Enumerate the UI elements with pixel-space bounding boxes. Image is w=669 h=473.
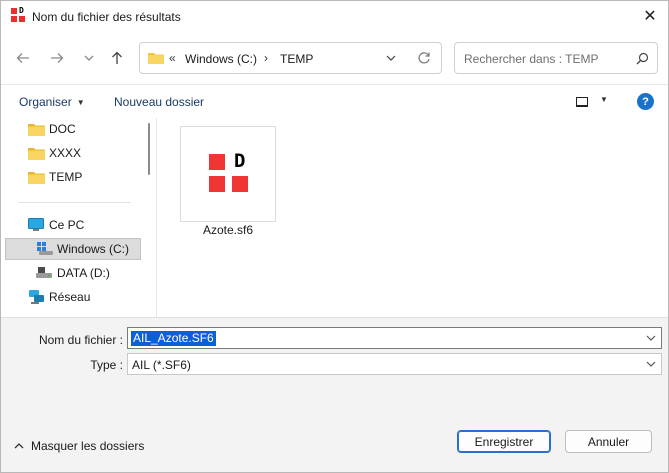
address-bar[interactable]: « Windows (C:) › TEMP <box>139 42 442 74</box>
arrow-up-icon <box>112 51 122 64</box>
type-select[interactable]: AIL (*.SF6) <box>127 353 662 375</box>
sidebar-item-label: TEMP <box>49 170 83 184</box>
breadcrumb-temp[interactable]: TEMP <box>280 52 313 66</box>
computer-icon <box>28 218 44 231</box>
title-bar: D Nom du fichier des résultats ✕ <box>1 1 668 32</box>
sidebar-scrollbar[interactable] <box>148 123 150 175</box>
type-label: Type : <box>90 358 123 372</box>
file-icon-letter: D <box>234 150 246 172</box>
help-icon: ? <box>642 95 649 108</box>
organize-label: Organiser <box>19 95 72 109</box>
forward-button[interactable] <box>46 47 68 69</box>
type-value: AIL (*.SF6) <box>132 358 191 372</box>
recent-locations-button[interactable] <box>78 47 100 69</box>
close-button[interactable]: ✕ <box>638 5 662 27</box>
organize-menu-button[interactable]: Organiser ▼ <box>19 95 85 109</box>
window-title: Nom du fichier des résultats <box>32 10 181 24</box>
arrow-left-icon <box>16 53 29 63</box>
windows-drive-icon <box>37 242 53 255</box>
sidebar-item-label: XXXX <box>49 146 82 160</box>
breadcrumb-windows-c[interactable]: Windows (C:) <box>185 52 257 66</box>
hide-folders-label: Masquer les dossiers <box>31 439 145 453</box>
folder-icon <box>28 124 45 136</box>
breadcrumb-separator-icon[interactable]: › <box>264 51 268 65</box>
sidebar-item-label: Réseau <box>49 290 91 304</box>
file-name[interactable]: Azote.sf6 <box>180 223 276 237</box>
help-button[interactable]: ? <box>637 93 654 110</box>
folder-icon <box>148 53 164 64</box>
sidebar-item-label: Ce PC <box>49 218 85 232</box>
filename-label: Nom du fichier : <box>38 333 123 347</box>
navigation-bar: « Windows (C:) › TEMP Rechercher dans : … <box>1 32 668 84</box>
sidebar-item-this-pc[interactable]: Ce PC <box>1 214 141 236</box>
sidebar-item-label: DATA (D:) <box>57 266 110 280</box>
sidebar-item-xxxx[interactable]: XXXX <box>1 142 141 164</box>
save-form: Nom du fichier : AIL_Azote.SF6 Type : AI… <box>1 317 668 417</box>
sidebar-item-label: DOC <box>49 122 76 136</box>
back-button[interactable] <box>12 47 34 69</box>
up-button[interactable] <box>106 47 128 69</box>
filename-combobox[interactable]: AIL_Azote.SF6 <box>127 327 662 349</box>
save-button[interactable]: Enregistrer <box>457 430 551 453</box>
chevron-up-icon <box>14 443 24 449</box>
command-bar: Organiser ▼ Nouveau dossier ▼ ? <box>1 84 668 118</box>
pane-splitter[interactable] <box>156 118 157 317</box>
sidebar-item-temp[interactable]: TEMP <box>1 166 141 188</box>
caret-down-icon: ▼ <box>76 98 85 107</box>
navigation-pane: DOC XXXX TEMP Ce PC Windows (C:) DATA (D… <box>1 118 155 317</box>
filename-input[interactable]: AIL_Azote.SF6 <box>131 331 216 346</box>
sidebar-item-windows-c[interactable]: Windows (C:) <box>5 238 141 260</box>
caret-down-icon: ▼ <box>600 95 608 104</box>
view-layout-icon <box>576 97 588 107</box>
sidebar-item-label: Windows (C:) <box>57 242 130 256</box>
sidebar-divider <box>19 202 131 203</box>
folder-icon <box>28 172 45 184</box>
file-list: D Azote.sf6 <box>158 118 668 317</box>
sidebar-item-data-d[interactable]: DATA (D:) <box>1 262 141 284</box>
search-input[interactable]: Rechercher dans : TEMP <box>464 52 599 66</box>
drive-icon <box>36 267 52 278</box>
chevron-down-icon[interactable] <box>645 358 657 370</box>
close-icon: ✕ <box>643 8 657 25</box>
file-item[interactable]: D <box>180 126 276 222</box>
search-icon <box>636 52 649 65</box>
chevron-down-icon <box>84 55 94 61</box>
cancel-button[interactable]: Annuler <box>565 430 652 453</box>
dialog-footer: Masquer les dossiers Enregistrer Annuler <box>1 417 668 472</box>
search-box[interactable]: Rechercher dans : TEMP <box>454 42 658 74</box>
chevron-down-icon[interactable] <box>385 52 397 64</box>
sidebar-item-network[interactable]: Réseau <box>1 286 141 308</box>
view-options-button[interactable]: ▼ <box>576 95 612 111</box>
sidebar-item-doc[interactable]: DOC <box>1 118 141 140</box>
path-overflow-icon[interactable]: « <box>169 51 176 65</box>
hide-folders-button[interactable]: Masquer les dossiers <box>13 439 144 453</box>
refresh-icon[interactable] <box>417 51 431 65</box>
app-icon: D <box>11 6 26 23</box>
folder-icon <box>28 148 45 160</box>
new-folder-button[interactable]: Nouveau dossier <box>114 95 204 109</box>
file-save-dialog: D Nom du fichier des résultats ✕ « Windo… <box>0 0 669 473</box>
chevron-down-icon[interactable] <box>645 332 657 344</box>
network-icon <box>29 290 44 304</box>
arrow-right-icon <box>51 53 64 63</box>
